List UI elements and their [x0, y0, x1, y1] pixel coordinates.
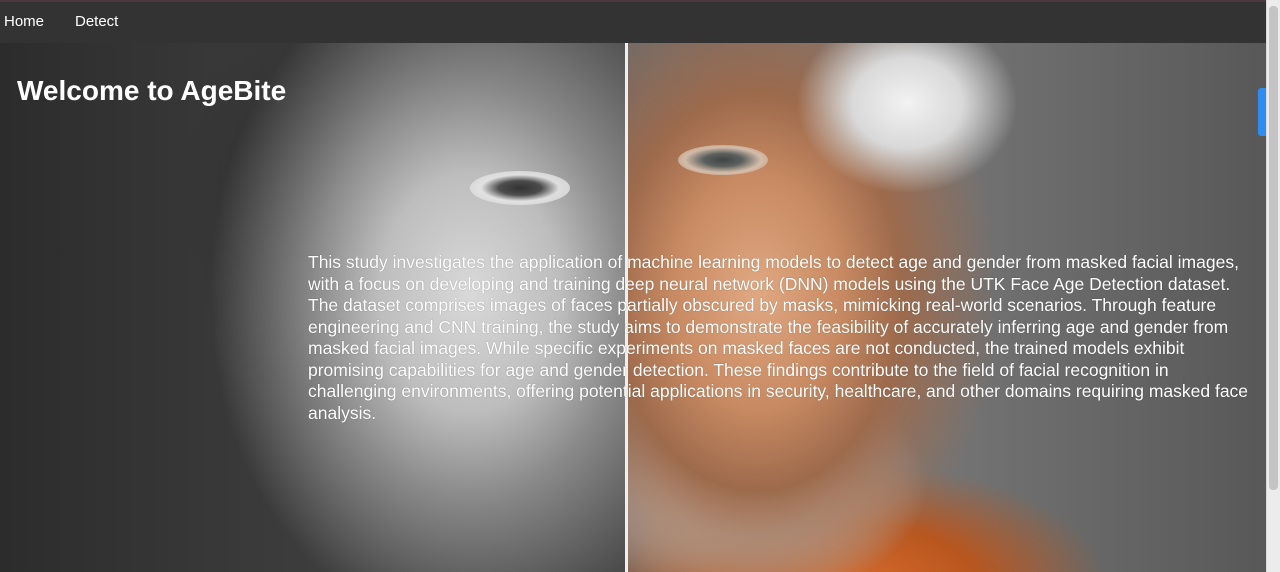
hero-section: Welcome to AgeBite This study investigat… [0, 43, 1266, 572]
page-viewport: Home Detect Welcome to AgeBite This stud… [0, 0, 1266, 572]
hero-description: This study investigates the application … [308, 252, 1249, 423]
nav-detect-link[interactable]: Detect [75, 13, 118, 30]
top-navbar: Home Detect [0, 0, 1266, 43]
vertical-scrollbar[interactable] [1266, 0, 1280, 572]
nav-home-link[interactable]: Home [4, 13, 44, 30]
old-eye-graphic [678, 145, 768, 175]
page-title: Welcome to AgeBite [17, 75, 287, 106]
scroll-indicator [1258, 88, 1266, 136]
young-eye-graphic [470, 171, 570, 205]
scrollbar-thumb[interactable] [1269, 6, 1278, 490]
